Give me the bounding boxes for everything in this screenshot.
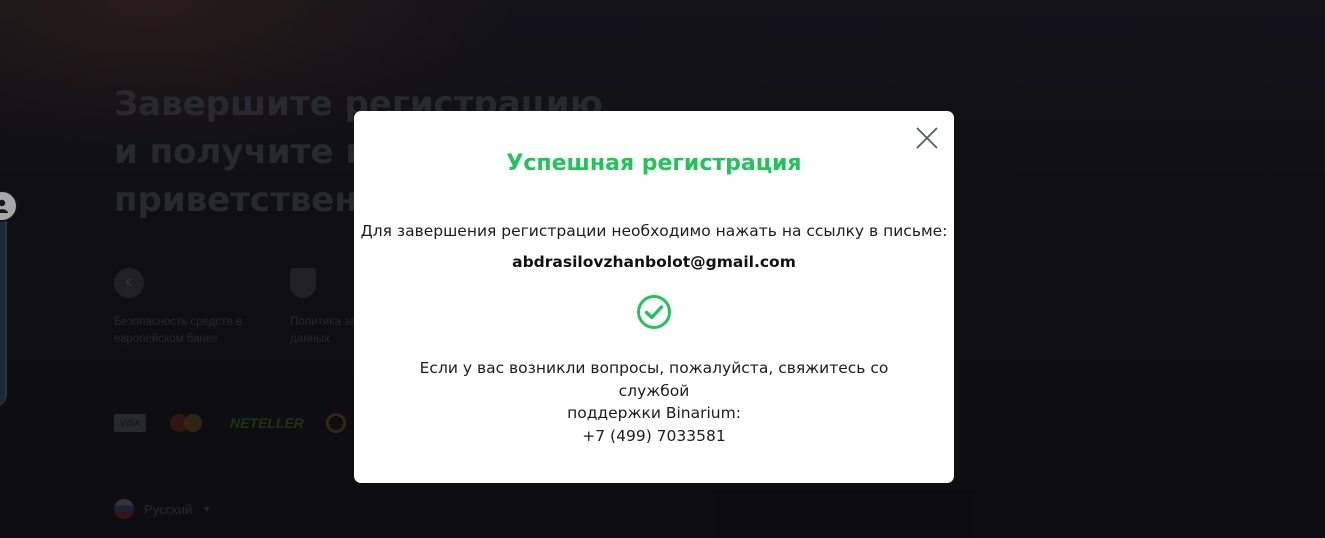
support-info: Если у вас возникли вопросы, пожалуйста,… xyxy=(384,357,924,447)
close-icon[interactable] xyxy=(914,125,940,151)
modal-title: Успешная регистрация xyxy=(506,151,802,176)
confirmation-message: Для завершения регистрации необходимо на… xyxy=(360,222,948,240)
support-text: Если у вас возникли вопросы, пожалуйста,… xyxy=(419,359,889,400)
user-email: abdrasilovzhanbolot@gmail.com xyxy=(512,253,796,271)
support-text: поддержки Binarium: xyxy=(567,404,741,422)
check-circle-icon xyxy=(637,295,671,329)
support-phone[interactable]: +7 (499) 7033581 xyxy=(384,425,924,448)
registration-success-modal: Успешная регистрация Для завершения реги… xyxy=(354,111,954,483)
